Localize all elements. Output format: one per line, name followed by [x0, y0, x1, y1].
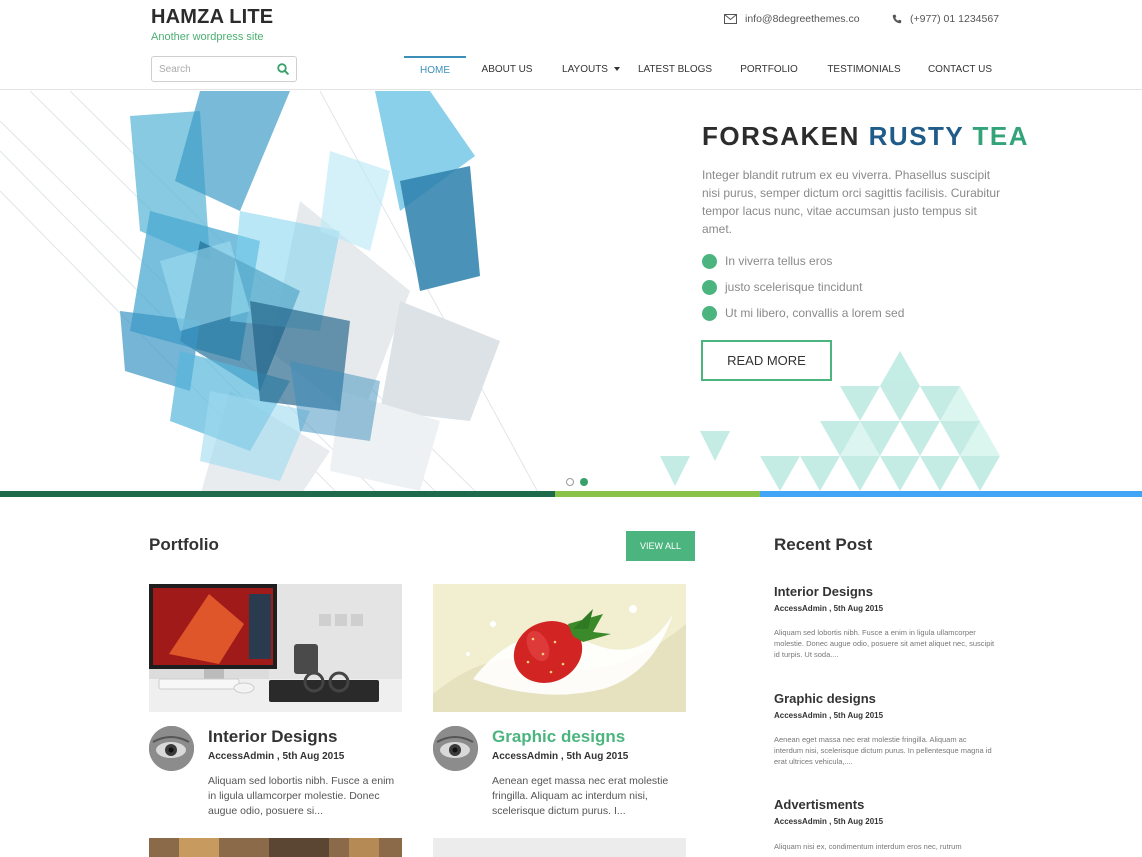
read-more-button[interactable]: READ MORE [701, 340, 832, 381]
portfolio-heading: Portfolio [149, 535, 219, 554]
recent-post-excerpt: Aliquam nisi ex, condimentum interdum er… [774, 842, 962, 851]
card-excerpt: Aenean eget massa nec erat molestie frin… [492, 775, 669, 817]
card-title-graphic-designs[interactable]: Graphic designs [492, 727, 625, 747]
author-avatar [433, 726, 478, 771]
recent-post-meta: AccessAdmin , 5th Aug 2015 [774, 817, 884, 826]
hero-geometric-art [0, 91, 541, 496]
strawberry-splash-image[interactable] [433, 584, 686, 712]
recent-post-heading: Recent Post [774, 535, 873, 554]
portfolio-image-partial[interactable] [149, 838, 402, 857]
eye-avatar-image [433, 726, 478, 771]
contact-email-text: info@8degreethemes.co [745, 13, 860, 25]
nav-layouts[interactable]: LAYOUTS [556, 56, 626, 82]
recent-post-meta: AccessAdmin , 5th Aug 2015 [774, 711, 884, 720]
phone-icon [892, 14, 902, 24]
slider-pagination [566, 478, 588, 486]
hero-triangle-pattern [660, 351, 1000, 491]
card-excerpt: Aliquam sed lobortis nibh. Fusce a enim … [208, 775, 395, 817]
recent-post-excerpt: Aliquam sed lobortis nibh. Fusce a enim … [774, 628, 995, 659]
view-all-button[interactable]: VIEW ALL [626, 531, 695, 561]
nav-portfolio[interactable]: PORTFOLIO [734, 56, 804, 82]
contact-phone[interactable]: (+977) 01 1234567 [892, 13, 999, 25]
site-tagline: Another wordpress site [151, 31, 264, 43]
site-title[interactable]: HAMZA LITE [151, 6, 273, 29]
hero-bullet-text: Ut mi libero, convallis a lorem sed [725, 306, 905, 320]
hero-description: Integer blandit rutrum ex eu viverra. Ph… [702, 168, 1001, 236]
nav-testimonials[interactable]: TESTIMONIALS [824, 56, 904, 82]
color-bar-light-green [555, 491, 760, 497]
caret-down-icon [613, 67, 620, 71]
nav-about-us[interactable]: ABOUT US [476, 56, 538, 82]
card-title-interior-designs[interactable]: Interior Designs [208, 727, 337, 747]
card-meta: AccessAdmin , 5th Aug 2015 [208, 751, 345, 762]
slide-dot-1[interactable] [566, 478, 574, 486]
hero-title-word-2: RUSTY [868, 121, 964, 151]
color-bar-blue [760, 491, 1142, 497]
hero-bullet-text: In viverra tellus eros [725, 254, 833, 268]
nav-contact-us[interactable]: CONTACT US [922, 56, 998, 82]
recent-post-meta: AccessAdmin , 5th Aug 2015 [774, 604, 884, 613]
hero-title-word-1: FORSAKEN [702, 121, 860, 151]
contact-email[interactable]: info@8degreethemes.co [724, 13, 860, 25]
contact-phone-text: (+977) 01 1234567 [910, 13, 1000, 25]
author-avatar [149, 726, 194, 771]
nav-layouts-label: LAYOUTS [562, 63, 608, 75]
hero-bullet-text: justo scelerisque tincidunt [725, 280, 863, 294]
recent-post-title[interactable]: Interior Designs [774, 584, 873, 599]
hero-slider: FORSAKEN RUSTY TEA Integer blandit rutru… [0, 91, 1142, 496]
search-box [151, 56, 297, 82]
hero-bullet: Ut mi libero, convallis a lorem sed [702, 300, 904, 326]
search-input[interactable] [159, 62, 269, 77]
recent-post-title[interactable]: Advertisments [774, 797, 864, 812]
eye-avatar-image [149, 726, 194, 771]
envelope-icon [724, 14, 737, 24]
site-header: HAMZA LITE Another wordpress site info@8… [0, 0, 1142, 90]
recent-post-title[interactable]: Graphic designs [774, 691, 876, 706]
portfolio-image-partial[interactable] [433, 838, 686, 857]
nav-home[interactable]: HOME [404, 56, 466, 82]
hero-bullet: In viverra tellus eros [702, 248, 904, 274]
hero-bullet-list: In viverra tellus eros justo scelerisque… [702, 248, 904, 326]
bullet-dot-icon [702, 253, 717, 269]
desk-computer-image[interactable] [149, 584, 402, 712]
hero-color-bar [0, 491, 1142, 497]
hero-title-word-3: TEA [972, 121, 1030, 151]
slide-dot-2[interactable] [580, 478, 588, 486]
nav-latest-blogs[interactable]: LATEST BLOGS [636, 56, 714, 82]
color-bar-dark-green [0, 491, 555, 497]
hero-bullet: justo scelerisque tincidunt [702, 274, 904, 300]
bullet-dot-icon [702, 305, 717, 321]
search-icon[interactable] [276, 62, 290, 76]
bullet-dot-icon [702, 279, 717, 295]
hero-title: FORSAKEN RUSTY TEA [702, 121, 1029, 152]
card-meta: AccessAdmin , 5th Aug 2015 [492, 751, 629, 762]
recent-post-excerpt: Aenean eget massa nec erat molestie frin… [774, 735, 992, 766]
